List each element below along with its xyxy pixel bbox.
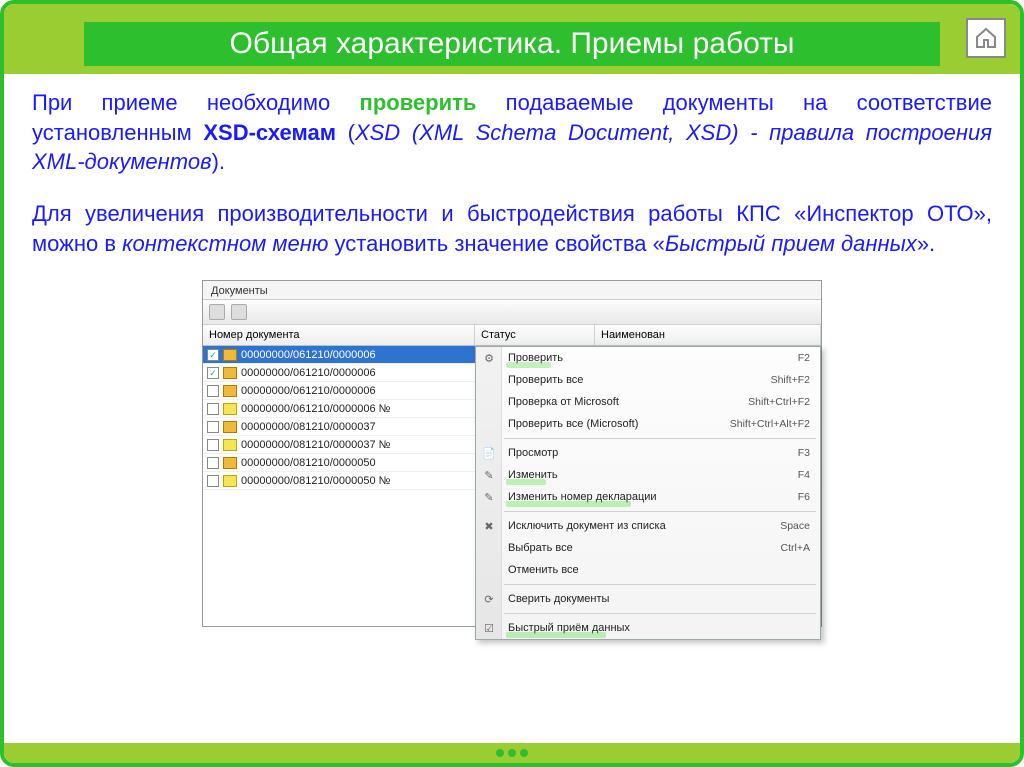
paragraph-2: Для увеличения производительности и быст… <box>32 199 992 258</box>
menu-separator <box>504 613 816 614</box>
doc-icon[interactable] <box>231 304 247 320</box>
menu-item-label: Выбрать все <box>508 542 781 554</box>
doc-number-text: 00000000/081210/0000050 <box>241 457 376 469</box>
row-checkbox[interactable] <box>207 385 219 397</box>
menu-item-shortcut: Shift+Ctrl+Alt+F2 <box>730 418 810 430</box>
menu-item-label: Исключить документ из списка <box>508 520 780 532</box>
pager-dot-icon <box>496 749 504 757</box>
grid-header: Номер документа Статус Наименован <box>203 325 821 346</box>
row-checkbox[interactable] <box>207 367 219 379</box>
context-menu: ⚙ПроверитьF2Проверить всеShift+F2Проверк… <box>475 346 821 640</box>
menu-separator <box>504 584 816 585</box>
menu-separator <box>504 511 816 512</box>
doc-type-icon <box>223 367 237 379</box>
doc-type-icon <box>223 403 237 415</box>
panel-title: Документы <box>203 281 821 299</box>
menu-item[interactable]: ⟳ Сверить документы <box>476 588 820 610</box>
menu-item-shortcut: F2 <box>798 352 810 364</box>
menu-item-icon: ✎ <box>481 467 497 483</box>
menu-item-shortcut: F4 <box>798 469 810 481</box>
menu-item-label: Быстрый приём данных <box>508 622 810 634</box>
menu-item-label: Отменить все <box>508 564 810 576</box>
menu-item-label: Сверить документы <box>508 593 810 605</box>
menu-item-shortcut: Shift+Ctrl+F2 <box>748 396 810 408</box>
row-checkbox[interactable] <box>207 457 219 469</box>
doc-number-text: 00000000/061210/0000006 <box>241 367 376 379</box>
menu-item-icon <box>481 394 497 410</box>
content-area: При приеме необходимо проверить подаваем… <box>4 74 1020 627</box>
menu-item-icon: ⚙ <box>481 350 497 366</box>
menu-item-label: Проверить все (Microsoft) <box>508 418 730 430</box>
menu-item-icon: 📄 <box>481 445 497 461</box>
doc-number-text: 00000000/061210/0000006 <box>241 385 376 397</box>
menu-item-icon <box>481 372 497 388</box>
menu-item[interactable]: Отменить все <box>476 559 820 581</box>
menu-item-label: Изменить <box>508 469 798 481</box>
doc-number-text: 00000000/061210/0000006 № <box>241 403 390 415</box>
row-checkbox[interactable] <box>207 403 219 415</box>
header-band: Общая характеристика. Приемы работы <box>4 4 1020 74</box>
menu-item-label: Проверить <box>508 352 798 364</box>
menu-item-shortcut: F6 <box>798 491 810 503</box>
menu-item-icon <box>481 416 497 432</box>
menu-separator <box>504 438 816 439</box>
menu-item[interactable]: Проверка от MicrosoftShift+Ctrl+F2 <box>476 391 820 413</box>
menu-item-label: Проверить все <box>508 374 771 386</box>
col-status[interactable]: Статус <box>475 325 595 345</box>
menu-item[interactable]: ✎ ИзменитьF4 <box>476 464 820 486</box>
menu-item[interactable]: ⚙ ПроверитьF2 <box>476 347 820 369</box>
footer-strip <box>4 743 1020 763</box>
menu-item-label: Просмотр <box>508 447 798 459</box>
grid-body: 00000000/061210/0000006 00000000/061210/0… <box>203 346 821 626</box>
doc-type-icon <box>223 349 237 361</box>
row-checkbox[interactable] <box>207 439 219 451</box>
slide-title: Общая характеристика. Приемы работы <box>84 22 940 66</box>
doc-number-text: 00000000/081210/0000050 № <box>241 475 390 487</box>
menu-item[interactable]: Проверить все (Microsoft)Shift+Ctrl+Alt+… <box>476 413 820 435</box>
doc-type-icon <box>223 385 237 397</box>
doc-number-text: 00000000/081210/0000037 № <box>241 439 390 451</box>
doc-type-icon <box>223 457 237 469</box>
toolbar <box>203 299 821 325</box>
menu-item[interactable]: ☑ Быстрый приём данных <box>476 617 820 639</box>
row-checkbox[interactable] <box>207 475 219 487</box>
menu-item-icon: ✎ <box>481 489 497 505</box>
row-checkbox[interactable] <box>207 349 219 361</box>
menu-item-icon: ⟳ <box>481 591 497 607</box>
col-name[interactable]: Наименован <box>595 325 821 345</box>
pager-dot-icon <box>520 749 528 757</box>
menu-item-label: Изменить номер декларации <box>508 491 798 503</box>
menu-item-icon: ☑ <box>481 620 497 636</box>
pager-dot-icon <box>508 749 516 757</box>
menu-item-icon <box>481 540 497 556</box>
menu-item[interactable]: Выбрать всеCtrl+A <box>476 537 820 559</box>
menu-item-icon <box>481 562 497 578</box>
home-icon[interactable] <box>966 18 1006 58</box>
menu-item-label: Проверка от Microsoft <box>508 396 748 408</box>
doc-type-icon <box>223 475 237 487</box>
app-screenshot: Документы Номер документа Статус Наимено… <box>202 280 822 627</box>
menu-item-shortcut: F3 <box>798 447 810 459</box>
doc-type-icon <box>223 421 237 433</box>
gear-icon[interactable] <box>209 304 225 320</box>
col-doc-number[interactable]: Номер документа <box>203 325 475 345</box>
menu-item[interactable]: ✎ Изменить номер декларацииF6 <box>476 486 820 508</box>
doc-type-icon <box>223 439 237 451</box>
menu-item-shortcut: Space <box>780 520 810 532</box>
menu-item-shortcut: Shift+F2 <box>771 374 810 386</box>
menu-item-icon: ✖ <box>481 518 497 534</box>
doc-number-text: 00000000/061210/0000006 <box>241 349 376 361</box>
row-checkbox[interactable] <box>207 421 219 433</box>
doc-number-text: 00000000/081210/0000037 <box>241 421 376 433</box>
menu-item[interactable]: 📄 ПросмотрF3 <box>476 442 820 464</box>
menu-item[interactable]: Проверить всеShift+F2 <box>476 369 820 391</box>
menu-item[interactable]: ✖ Исключить документ из спискаSpace <box>476 515 820 537</box>
paragraph-1: При приеме необходимо проверить подаваем… <box>32 88 992 177</box>
menu-item-shortcut: Ctrl+A <box>781 542 810 554</box>
